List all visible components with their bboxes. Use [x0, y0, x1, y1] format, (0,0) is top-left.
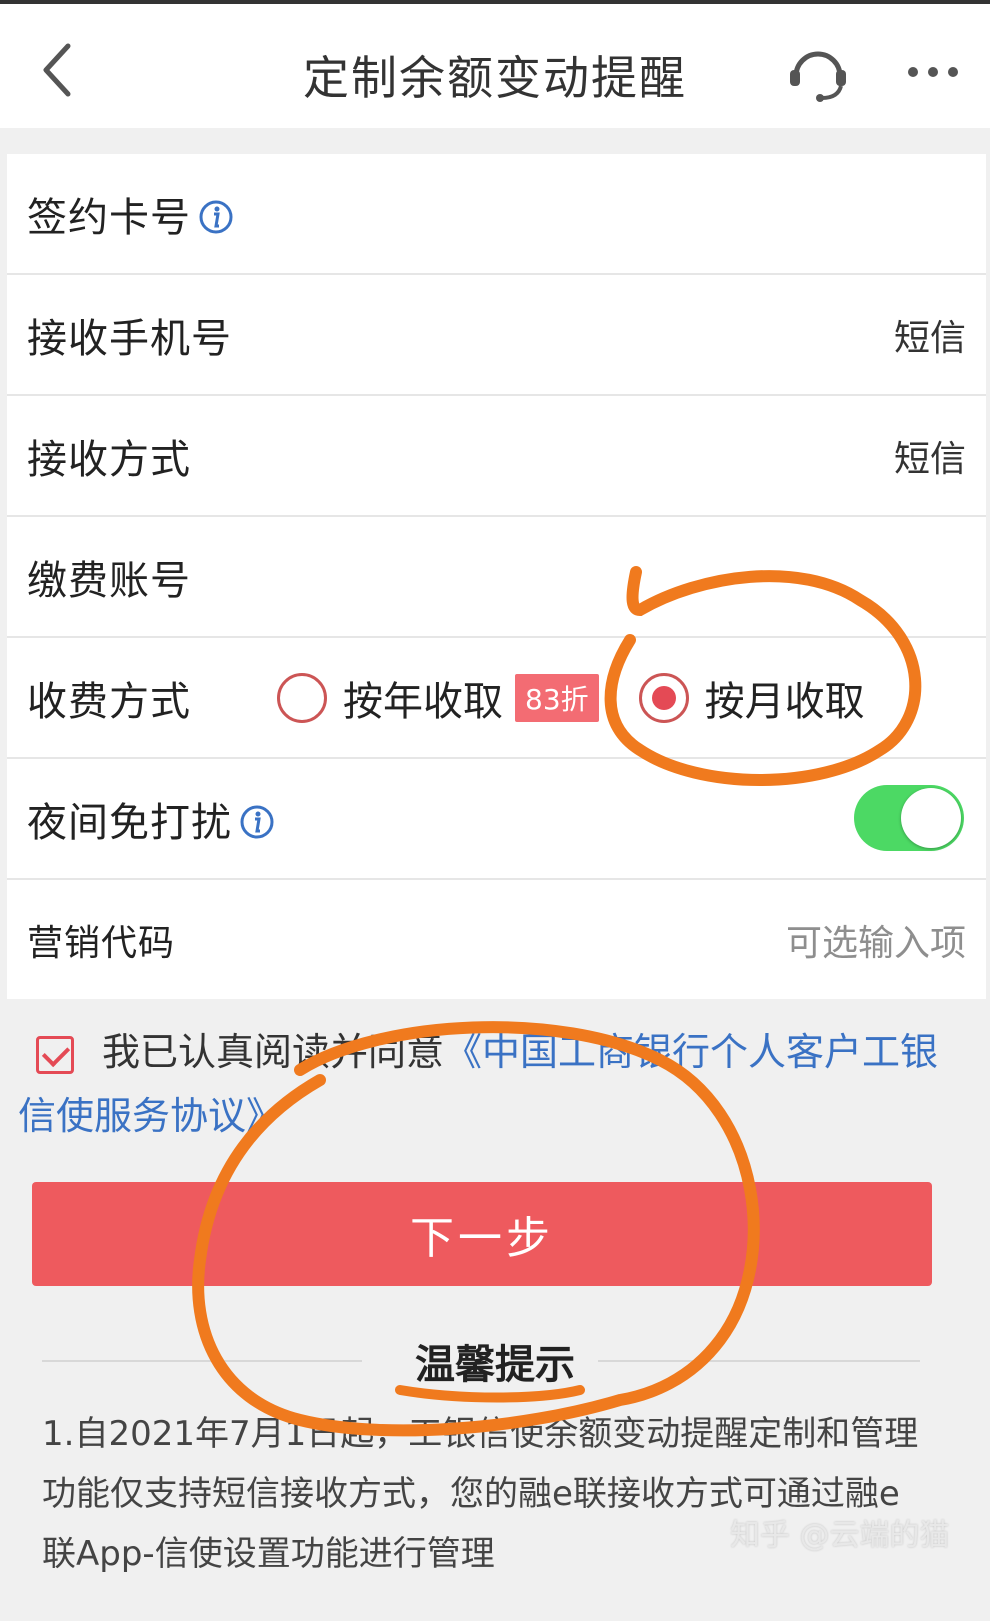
marketing-code-label: 营销代码: [27, 922, 176, 964]
tips-body: 1.自2021年7月1日起，工银信使余额变动提醒定制和管理功能仅支持短信接收方式…: [42, 1414, 919, 1574]
night-dnd-toggle[interactable]: [854, 785, 964, 851]
annotation-stroke-tail: [395, 1385, 585, 1403]
card-number-label: 签约卡号: [27, 194, 191, 241]
yearly-radio[interactable]: [277, 672, 327, 723]
receive-method-value: 短信: [893, 438, 966, 480]
monthly-radio[interactable]: [638, 672, 689, 723]
agreement-checkbox[interactable]: [36, 1035, 74, 1074]
more-icon[interactable]: [905, 60, 965, 84]
monthly-label[interactable]: 按月收取: [705, 669, 865, 727]
watermark: 知乎 @云端的猫: [730, 1518, 950, 1553]
fee-method-label: 收费方式: [27, 678, 191, 725]
receive-method-label: 接收方式: [27, 436, 191, 483]
agreement-text: 我已认真阅读并同意: [102, 1030, 445, 1074]
phone-row[interactable]: 接收手机号 短信: [7, 275, 986, 396]
next-button[interactable]: 下一步: [32, 1182, 932, 1286]
fee-method-options: 按年收取 83折 按月收取: [277, 638, 877, 757]
fee-account-row[interactable]: 缴费账号: [7, 517, 986, 638]
tips-title: 温馨提示: [415, 1342, 575, 1388]
phone-label: 接收手机号: [27, 315, 232, 362]
marketing-code-input[interactable]: 可选输入项: [786, 914, 966, 966]
night-dnd-label: 夜间免打扰: [27, 799, 232, 846]
fee-method-row: 收费方式 按年收取 83折 按月收取: [7, 638, 986, 759]
toggle-knob: [901, 788, 961, 848]
discount-badge: 83折: [515, 673, 599, 722]
yearly-label[interactable]: 按年收取: [343, 669, 503, 727]
info-icon[interactable]: [199, 200, 233, 234]
receive-method-row[interactable]: 接收方式 短信: [7, 396, 986, 517]
headset-icon[interactable]: [786, 40, 850, 104]
card-number-row[interactable]: 签约卡号: [7, 154, 986, 275]
header-bar: 定制余额变动提醒: [0, 4, 990, 128]
settings-form: 签约卡号 接收手机号 短信 接收方式 短信 缴费账号 收费方式 按年收取 83折…: [7, 154, 986, 999]
phone-value: 短信: [893, 317, 966, 359]
fee-account-label: 缴费账号: [27, 557, 191, 604]
info-icon[interactable]: [240, 805, 274, 839]
night-dnd-row: 夜间免打扰: [7, 759, 986, 880]
agreement: 我已认真阅读并同意《中国工商银行个人客户工银信使服务协议》: [18, 1020, 968, 1148]
marketing-code-row[interactable]: 营销代码 可选输入项: [7, 880, 986, 999]
